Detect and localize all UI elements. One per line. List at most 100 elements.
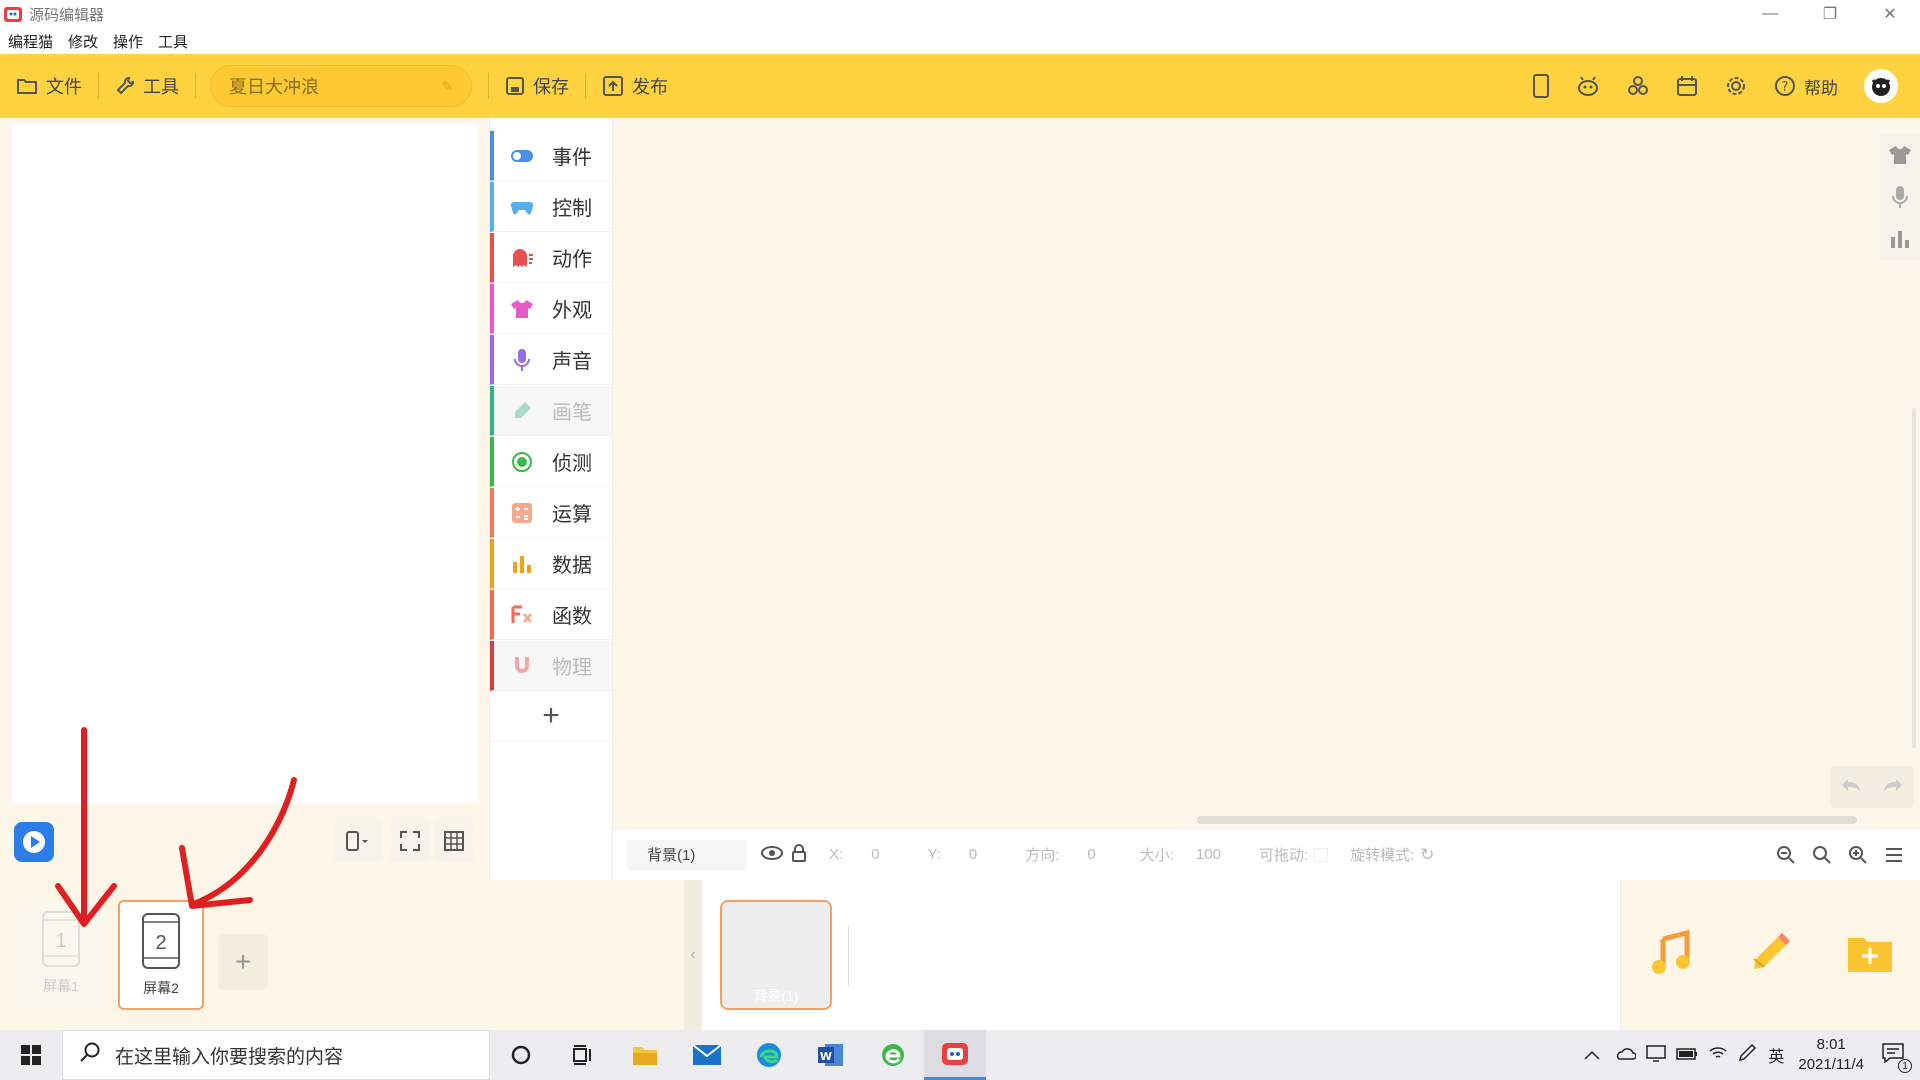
calendar-icon[interactable] xyxy=(1676,75,1698,97)
tray-chevron-up-icon[interactable] xyxy=(1584,1047,1600,1064)
gear-icon[interactable] xyxy=(1724,74,1748,98)
grid-toggle[interactable] xyxy=(434,820,474,862)
source-editor-taskbar-button[interactable] xyxy=(924,1030,986,1080)
add-folder-icon[interactable] xyxy=(1846,932,1894,979)
toggle-icon xyxy=(510,144,534,168)
wrench-icon xyxy=(116,77,134,95)
undo-icon[interactable] xyxy=(1840,777,1862,798)
category-sensing[interactable]: 侦测 xyxy=(490,437,612,487)
main-toolbar: 文件 工具 夏日大冲浪 ✎ 保存 发布 ? 帮助 xyxy=(0,54,1920,118)
chart-icon xyxy=(510,552,534,576)
edge-button[interactable] xyxy=(738,1030,800,1080)
pencil-icon[interactable] xyxy=(1746,929,1794,982)
workspace-horizontal-scrollbar[interactable] xyxy=(1197,816,1857,824)
publish-button[interactable]: 发布 xyxy=(602,73,668,99)
sound-tool-button[interactable] xyxy=(1880,176,1920,218)
lock-icon[interactable] xyxy=(791,843,807,866)
category-looks[interactable]: 外观 xyxy=(490,284,612,334)
file-button[interactable]: 文件 xyxy=(16,73,82,99)
task-view-button[interactable] xyxy=(552,1030,614,1080)
fullscreen-button[interactable] xyxy=(390,820,430,862)
size-value[interactable]: 100 xyxy=(1196,846,1221,863)
cortana-button[interactable] xyxy=(490,1030,552,1080)
add-extension-button[interactable]: + xyxy=(490,691,612,741)
taskbar-clock[interactable]: 8:01 2021/11/4 xyxy=(1798,1035,1864,1075)
collapse-panel-handle[interactable]: ‹ xyxy=(684,880,702,1030)
cluster-icon[interactable] xyxy=(1626,74,1650,98)
zoom-controls xyxy=(1768,829,1912,881)
menu-operate[interactable]: 操作 xyxy=(113,31,143,52)
grid-icon xyxy=(444,831,464,851)
menu-tools[interactable]: 工具 xyxy=(158,31,188,52)
redo-icon[interactable] xyxy=(1882,777,1904,798)
stage-canvas[interactable] xyxy=(12,124,478,804)
y-value[interactable]: 0 xyxy=(969,846,977,863)
help-button[interactable]: ? 帮助 xyxy=(1774,74,1838,99)
save-button[interactable]: 保存 xyxy=(505,73,569,99)
visibility-eye-icon[interactable] xyxy=(761,845,783,865)
taskbar-search-box[interactable]: 在这里输入你要搜索的内容 xyxy=(62,1030,490,1080)
robot-icon[interactable] xyxy=(1576,75,1600,97)
file-explorer-button[interactable] xyxy=(614,1030,676,1080)
gamepad-icon xyxy=(510,195,534,219)
category-motion[interactable]: 动作 xyxy=(490,233,612,283)
hamburger-menu-icon[interactable] xyxy=(1876,847,1912,863)
screen-thumb-1[interactable]: 1 屏幕1 xyxy=(18,900,104,1010)
windows-start-button[interactable] xyxy=(0,1030,62,1080)
phone-icon[interactable] xyxy=(1532,74,1550,98)
play-icon xyxy=(23,831,45,853)
rotate-icon[interactable]: ↻ xyxy=(1420,845,1434,865)
battery-icon[interactable] xyxy=(1676,1047,1698,1064)
network-monitor-icon[interactable] xyxy=(1646,1044,1667,1066)
ime-indicator[interactable]: 英 xyxy=(1768,1043,1784,1067)
word-button[interactable]: W xyxy=(800,1030,862,1080)
x-value[interactable]: 0 xyxy=(871,846,879,863)
magnet-icon xyxy=(510,654,534,678)
function-icon xyxy=(510,603,534,627)
category-events[interactable]: 事件 xyxy=(490,131,612,181)
run-button[interactable] xyxy=(14,822,54,862)
clock-date: 2021/11/4 xyxy=(1798,1056,1864,1073)
code-workspace[interactable] xyxy=(613,118,1920,828)
screen-thumb-2[interactable]: 2 屏幕2 xyxy=(118,900,204,1010)
category-control[interactable]: 控制 xyxy=(490,182,612,232)
music-note-icon[interactable] xyxy=(1647,929,1695,982)
wifi-icon[interactable] xyxy=(1708,1045,1728,1065)
onedrive-cloud-icon[interactable] xyxy=(1614,1046,1638,1064)
zoom-reset-icon[interactable] xyxy=(1804,845,1840,865)
object-property-bar: 背景(1) X: 0 Y: 0 方向: 0 大小: 100 可拖动: 旋转模式:… xyxy=(613,828,1920,880)
category-functions[interactable]: 函数 xyxy=(490,590,612,640)
bottom-panel: 1 屏幕1 2 屏幕2 + ‹ 背景(1) xyxy=(0,880,1920,1030)
costume-tool-button[interactable] xyxy=(1880,134,1920,176)
action-center-button[interactable]: 1 xyxy=(1882,1043,1912,1073)
project-name-field[interactable]: 夏日大冲浪 ✎ xyxy=(210,65,472,107)
zoom-out-icon[interactable] xyxy=(1768,845,1804,865)
category-sound[interactable]: 声音 xyxy=(490,335,612,385)
pen-workspace-icon[interactable] xyxy=(1738,1043,1757,1066)
category-data[interactable]: 数据 xyxy=(490,539,612,589)
category-physics[interactable]: 物理 xyxy=(490,641,612,691)
background-thumb[interactable]: 背景(1) xyxy=(720,900,832,1010)
minimize-button[interactable]: — xyxy=(1740,0,1800,28)
restore-button[interactable]: ❐ xyxy=(1800,0,1860,28)
close-button[interactable]: ✕ xyxy=(1860,0,1920,28)
add-screen-button[interactable]: + xyxy=(218,934,268,990)
avatar[interactable] xyxy=(1864,69,1898,103)
app-logo-icon xyxy=(3,4,23,24)
device-select[interactable] xyxy=(334,820,382,862)
zoom-in-icon[interactable] xyxy=(1840,845,1876,865)
draggable-checkbox[interactable] xyxy=(1314,847,1329,862)
variable-tool-button[interactable] xyxy=(1880,218,1920,260)
selected-object-name[interactable]: 背景(1) xyxy=(627,839,747,870)
menu-modify[interactable]: 修改 xyxy=(68,31,98,52)
category-pen[interactable]: 画笔 xyxy=(490,386,612,436)
category-operators[interactable]: 运算 xyxy=(490,488,612,538)
direction-value[interactable]: 0 xyxy=(1087,846,1095,863)
mail-button[interactable] xyxy=(676,1030,738,1080)
plus-icon: + xyxy=(234,946,252,977)
tools-button[interactable]: 工具 xyxy=(115,73,179,99)
cortana-circle-icon xyxy=(511,1045,531,1065)
ie-browser-button[interactable] xyxy=(862,1030,924,1080)
menu-bianchengmao[interactable]: 编程猫 xyxy=(8,31,53,52)
workspace-vertical-scrollbar[interactable] xyxy=(1912,408,1916,748)
